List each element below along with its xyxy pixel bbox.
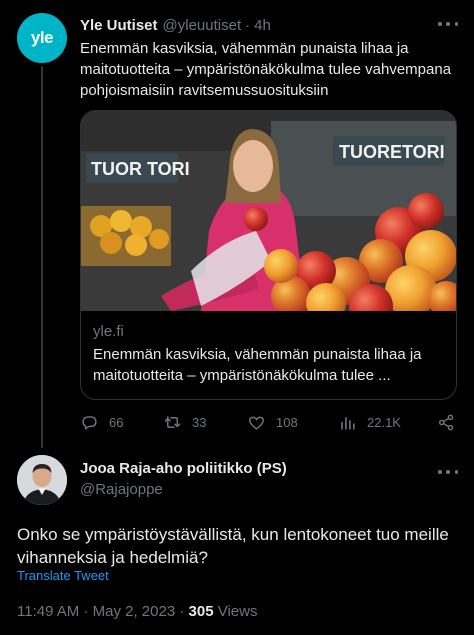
tweet-header: Yle Uutiset @yleuutiset · 4h: [80, 15, 456, 35]
avatar[interactable]: [17, 455, 67, 505]
more-options-icon[interactable]: [438, 16, 458, 32]
like-button[interactable]: 108: [247, 410, 298, 434]
like-count: 108: [276, 414, 298, 430]
separator-dot: ·: [245, 16, 251, 34]
tweet-text: Onko se ympäristöystävällistä, kun lento…: [17, 525, 449, 567]
share-button[interactable]: [437, 410, 466, 434]
tweet-time[interactable]: 4h: [254, 17, 271, 34]
more-options-icon[interactable]: [438, 464, 458, 480]
profile-photo: [17, 455, 67, 505]
retweet-button[interactable]: 33: [163, 410, 206, 434]
link-card[interactable]: TUOR TORI TUORETORI yle.fi Enemmän kasvi…: [80, 110, 457, 400]
card-title: Enemmän kasviksia, vähemmän punaista lih…: [93, 346, 422, 384]
translate-tweet-link[interactable]: Translate Tweet: [17, 568, 109, 583]
card-domain: yle.fi: [93, 323, 124, 340]
view-count: 22.1K: [367, 414, 401, 430]
tweet-text: Enemmän kasviksia, vähemmän punaista lih…: [80, 40, 452, 99]
views-label: Views: [217, 603, 258, 620]
article-image: TUOR TORI TUORETORI: [81, 111, 456, 311]
store-sign-left: TUOR TORI: [91, 159, 190, 179]
tweet-meta: 11:49 AM · May 2, 2023 · 305 Views: [17, 603, 257, 620]
reply-icon: [82, 415, 97, 430]
separator-dot: ·: [83, 603, 89, 620]
tweet-yle[interactable]: yle Yle Uutiset @yleuutiset · 4h Enemmän…: [0, 0, 474, 450]
retweet-icon: [164, 415, 181, 428]
tweet-time[interactable]: 11:49 AM: [17, 603, 79, 620]
yle-logo-text: yle: [30, 28, 54, 47]
tweet-reply[interactable]: Jooa Raja-aho poliitikko (PS) @Rajajoppe…: [0, 450, 474, 635]
analytics-icon: [341, 416, 355, 430]
heart-icon: [249, 416, 264, 430]
tweet-date[interactable]: May 2, 2023: [93, 603, 176, 620]
grocery-photo: TUOR TORI TUORETORI: [81, 111, 456, 311]
author-name[interactable]: Yle Uutiset: [80, 17, 158, 34]
action-bar: 66 33 108 22.1K: [80, 410, 458, 434]
separator-dot: ·: [179, 603, 185, 620]
views-button[interactable]: 22.1K: [338, 410, 401, 434]
store-sign-right: TUORETORI: [339, 142, 445, 162]
avatar[interactable]: yle: [17, 13, 67, 63]
author-handle[interactable]: @Rajajoppe: [80, 481, 163, 498]
author-handle[interactable]: @yleuutiset: [163, 17, 242, 34]
reply-count: 66: [109, 414, 124, 430]
views-count: 305: [188, 603, 214, 620]
share-icon: [438, 414, 454, 430]
retweet-count: 33: [192, 414, 207, 430]
author-name[interactable]: Jooa Raja-aho poliitikko (PS): [80, 460, 287, 477]
reply-button[interactable]: 66: [80, 410, 123, 434]
